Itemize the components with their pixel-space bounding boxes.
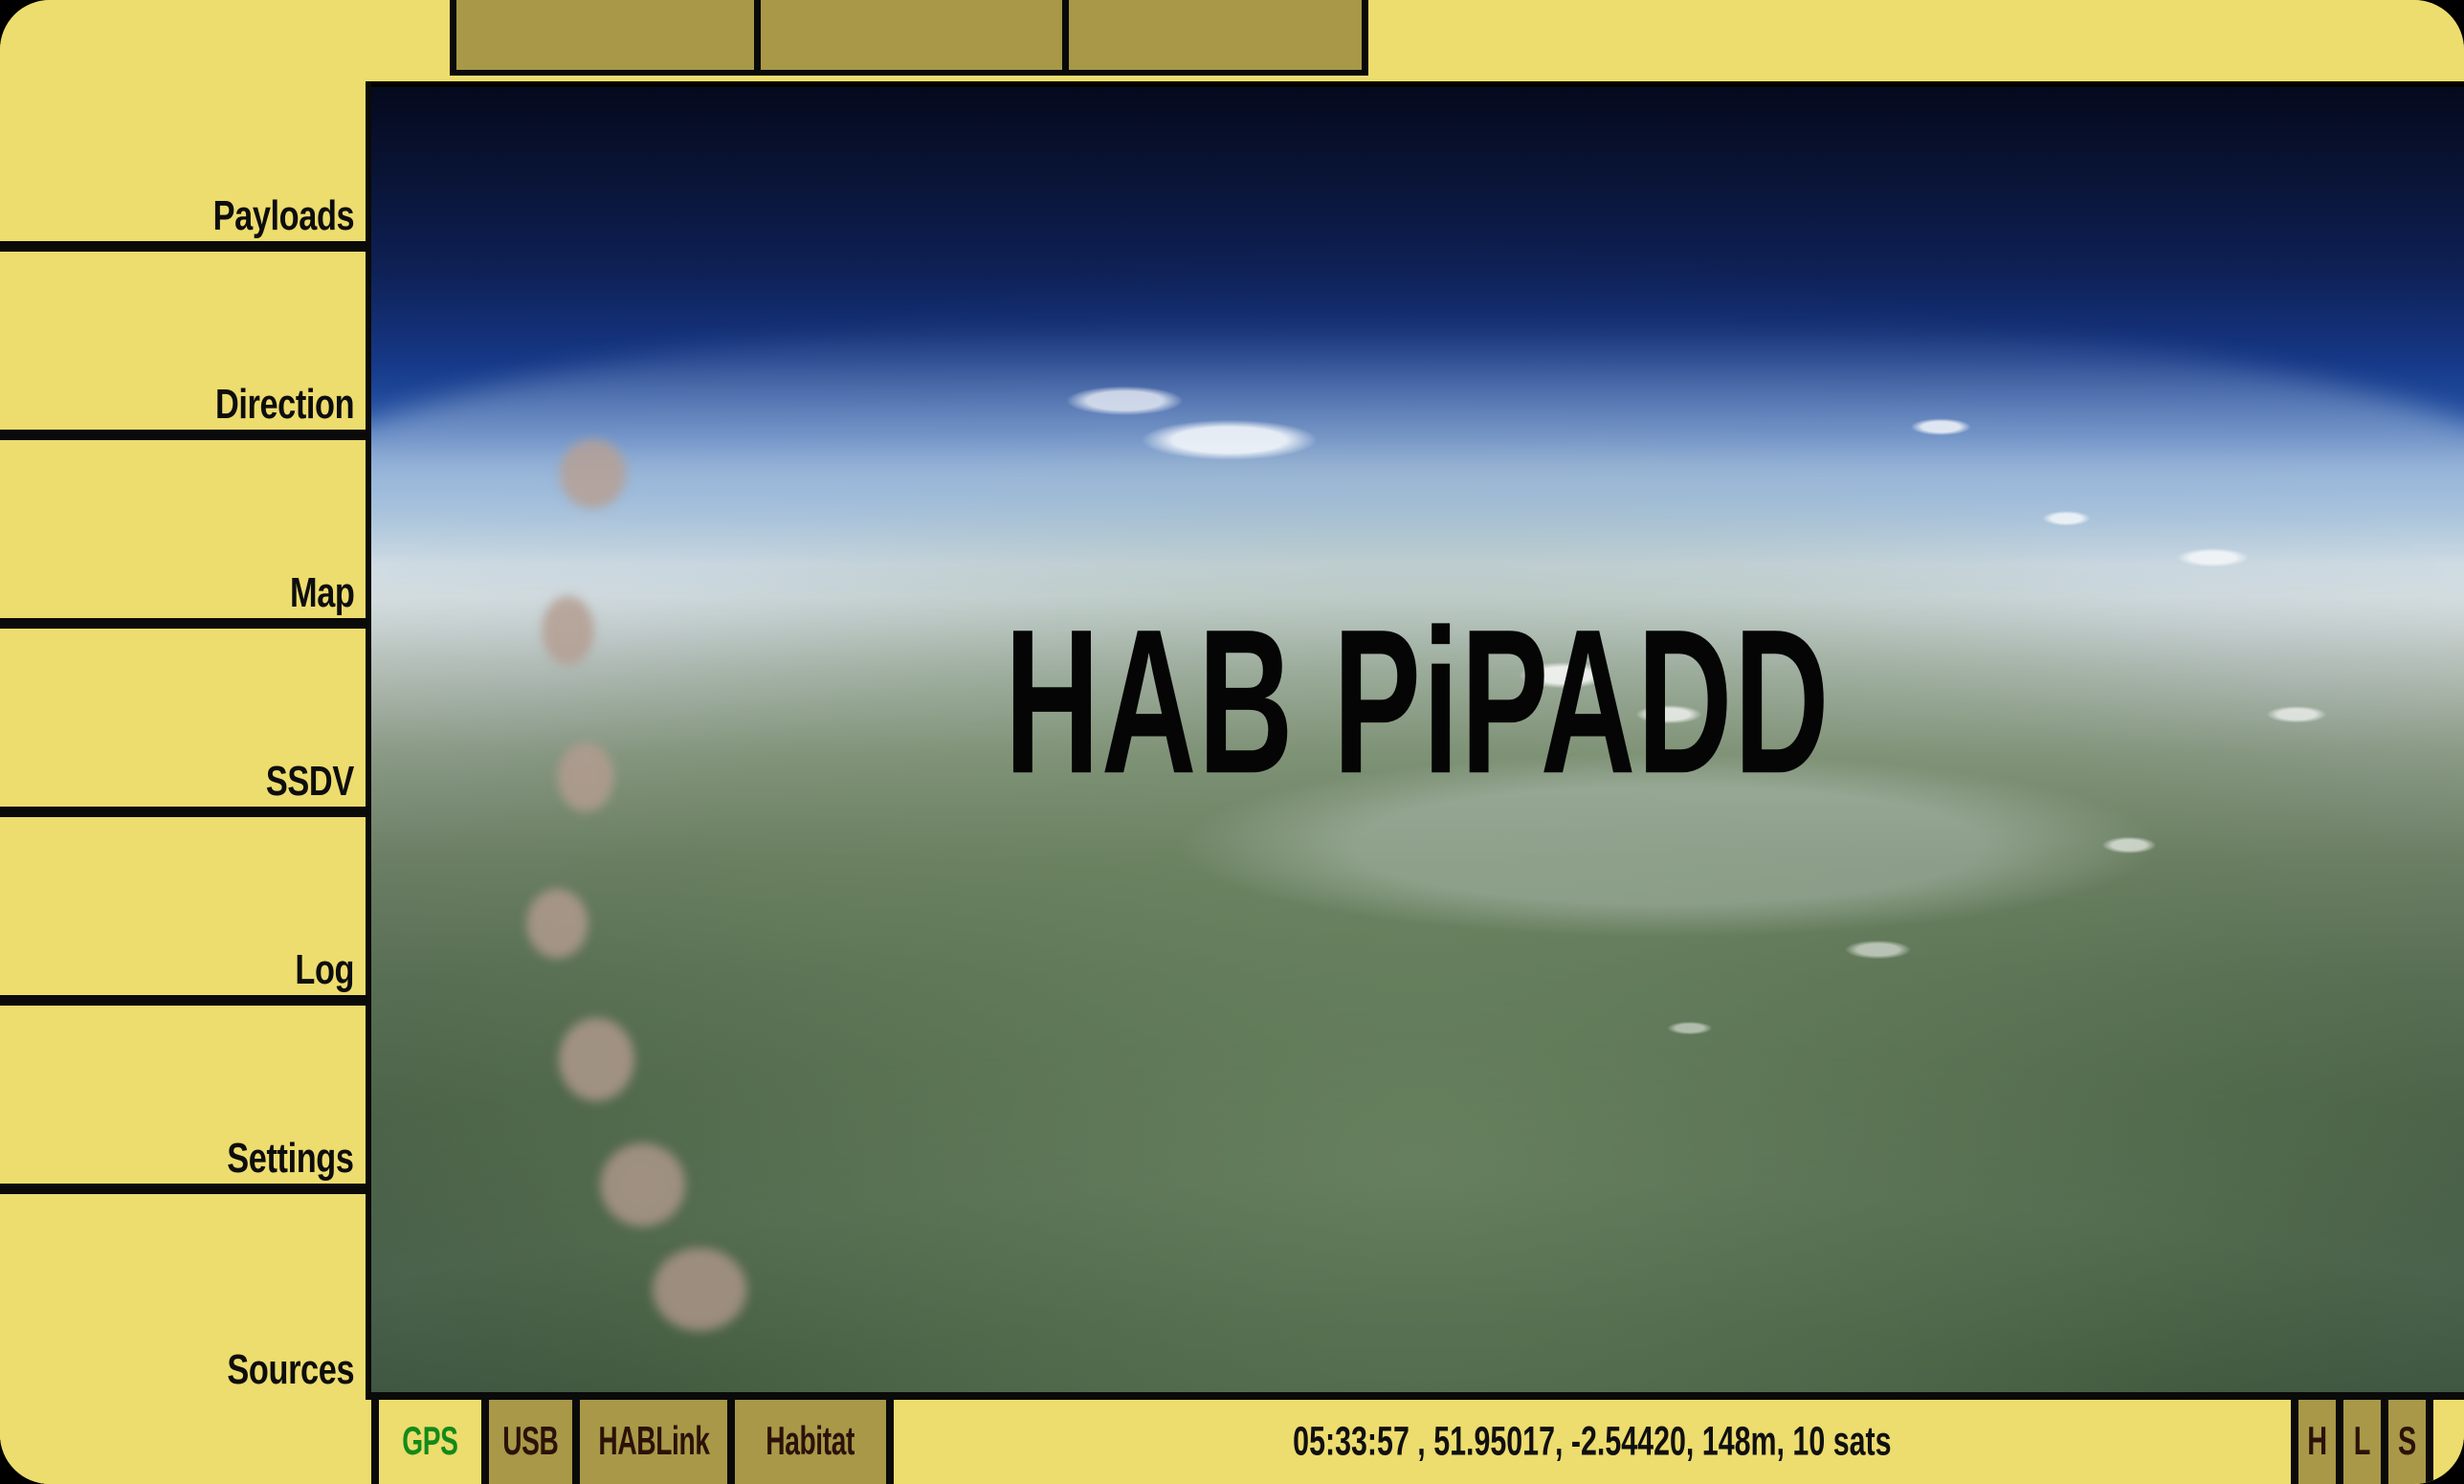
- telemetry-readout: 05:33:57 , 51.95017, -2.54420, 148m, 10 …: [886, 1400, 2291, 1484]
- status-source-habitat[interactable]: Habitat: [727, 1400, 886, 1484]
- status-button-l-label: L: [2353, 1419, 2371, 1464]
- sidebar-item-label: Map: [289, 569, 355, 616]
- sidebar-item-ssdv[interactable]: SSDV: [0, 629, 371, 817]
- sidebar-item-label: Settings: [227, 1135, 355, 1182]
- top-strip-right-filler: [1368, 0, 2464, 76]
- status-source-habitat-label: Habitat: [766, 1419, 855, 1464]
- status-button-h-label: H: [2307, 1419, 2327, 1464]
- status-button-h[interactable]: H: [2291, 1400, 2336, 1484]
- status-source-gps-label: GPS: [402, 1419, 458, 1464]
- page-title-text: HAB PiPADD: [1004, 586, 1831, 817]
- viewport-image: HAB PiPADD: [371, 87, 2464, 1394]
- status-source-usb-label: USB: [502, 1419, 559, 1464]
- sidebar-item-label: Sources: [227, 1346, 354, 1393]
- top-tab-strip: [0, 0, 2464, 76]
- main-viewport[interactable]: HAB PiPADD: [371, 81, 2464, 1400]
- status-button-l[interactable]: L: [2336, 1400, 2381, 1484]
- top-tab-3[interactable]: [1062, 0, 1368, 76]
- sidebar-item-log[interactable]: Log: [0, 817, 371, 1006]
- top-strip-left-filler: [0, 0, 450, 76]
- sidebar: Payloads Direction Map SSDV Log Settings…: [0, 76, 371, 1484]
- status-bar-right-filler: [2426, 1400, 2464, 1484]
- device-chassis: Payloads Direction Map SSDV Log Settings…: [0, 0, 2464, 1484]
- sidebar-item-payloads[interactable]: Payloads: [0, 76, 371, 252]
- status-source-hablink[interactable]: HABLink: [572, 1400, 727, 1484]
- sidebar-item-direction[interactable]: Direction: [0, 252, 371, 440]
- sidebar-item-settings[interactable]: Settings: [0, 1006, 371, 1194]
- telemetry-readout-text: 05:33:57 , 51.95017, -2.54420, 148m, 10 …: [1293, 1418, 1892, 1464]
- status-bar-left-filler: [0, 1400, 371, 1484]
- top-tab-2[interactable]: [754, 0, 1062, 76]
- sidebar-item-label: SSDV: [266, 758, 354, 805]
- sidebar-item-label: Log: [295, 946, 354, 993]
- status-source-gps[interactable]: GPS: [371, 1400, 481, 1484]
- top-tab-1[interactable]: [450, 0, 754, 76]
- page-title: HAB PiPADD: [371, 598, 2464, 804]
- status-source-hablink-label: HABLink: [597, 1419, 710, 1464]
- sidebar-item-label: Payloads: [212, 192, 354, 239]
- status-button-s[interactable]: S: [2381, 1400, 2426, 1484]
- sidebar-item-label: Direction: [214, 381, 355, 428]
- sidebar-item-map[interactable]: Map: [0, 440, 371, 629]
- app-root: Payloads Direction Map SSDV Log Settings…: [0, 0, 2464, 1484]
- status-bar: GPS USB HABLink Habitat 05:33:57 , 51.95…: [0, 1400, 2464, 1484]
- sidebar-item-sources[interactable]: Sources: [0, 1194, 371, 1395]
- status-source-usb[interactable]: USB: [481, 1400, 572, 1484]
- status-button-s-label: S: [2397, 1419, 2417, 1464]
